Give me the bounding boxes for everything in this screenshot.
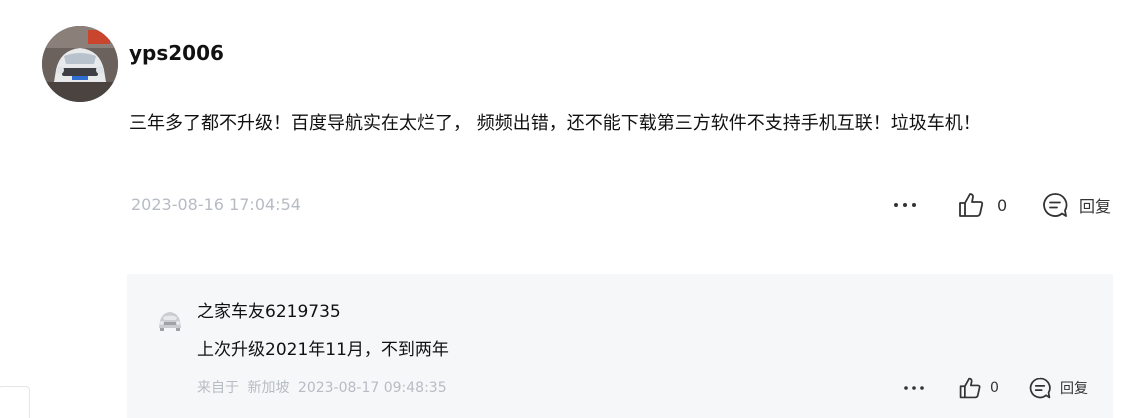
reply-more-button[interactable] — [901, 376, 927, 400]
reply-text: 上次升级2021年11月，不到两年 — [197, 340, 449, 360]
comment-text: 三年多了都不升级！百度导航实在太烂了， 频频出错，还不能下载第三方软件不支持手机… — [129, 113, 981, 134]
thumbs-up-icon — [959, 193, 984, 217]
username[interactable]: yps2006 — [129, 40, 224, 66]
more-dots-icon — [904, 386, 924, 390]
reply-reply-button[interactable]: 回复 — [1028, 374, 1088, 402]
car-photo-avatar-icon — [42, 26, 118, 102]
reply-button[interactable]: 回复 — [1041, 190, 1111, 220]
reply-meta: 来自于 新加坡 2023-08-17 09:48:35 — [197, 379, 451, 397]
more-button[interactable] — [891, 192, 919, 218]
reply-label: 回复 — [1079, 197, 1112, 216]
default-car-avatar-icon — [159, 312, 181, 331]
like-button[interactable]: 0 — [957, 190, 1007, 220]
reply-avatar[interactable] — [154, 305, 186, 337]
thumbs-up-icon — [959, 377, 981, 399]
reply-timestamp: 2023-08-17 09:48:35 — [297, 380, 447, 396]
reply-bubble-icon — [1043, 193, 1068, 217]
reply-username[interactable]: 之家车友6219735 — [197, 301, 341, 323]
more-dots-icon — [894, 203, 916, 207]
reply-source-prefix: 来自于 — [197, 380, 239, 396]
user-avatar[interactable] — [42, 26, 118, 102]
reply-reply-label: 回复 — [1060, 381, 1088, 397]
floating-side-tab[interactable] — [0, 386, 30, 418]
reply-like-button[interactable]: 0 — [958, 374, 999, 402]
comment-timestamp: 2023-08-16 17:04:54 — [131, 195, 301, 214]
reply-bubble-icon — [1029, 377, 1051, 399]
reply-location: 新加坡 — [247, 380, 290, 396]
like-count: 0 — [997, 195, 1008, 215]
comment-thread: yps2006 三年多了都不升级！百度导航实在太烂了， 频频出错，还不能下载第三… — [0, 0, 1133, 418]
reply-like-count: 0 — [990, 380, 999, 396]
